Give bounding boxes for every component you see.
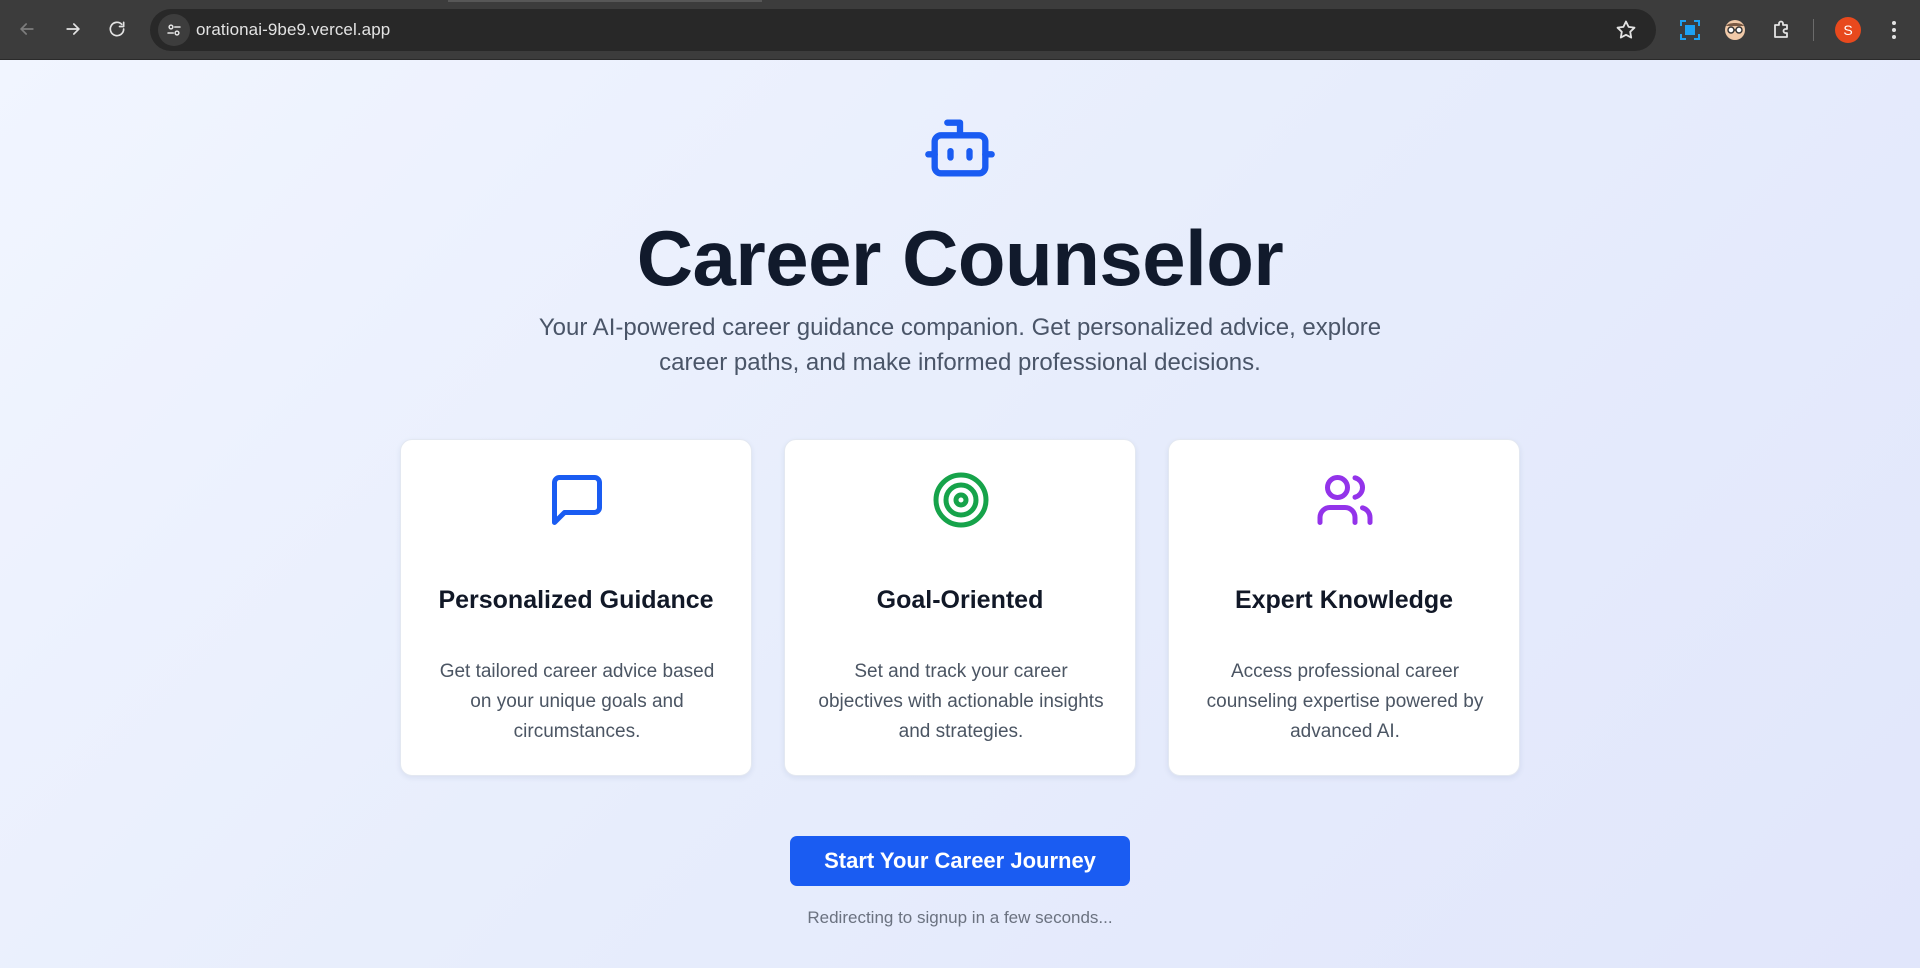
feature-title: Goal-Oriented	[876, 586, 1044, 614]
arrow-right-icon	[66, 23, 80, 35]
kebab-menu-icon[interactable]	[1880, 16, 1908, 44]
robot-icon	[922, 110, 998, 186]
site-info-button[interactable]	[158, 14, 190, 46]
page-title: Career Counselor	[636, 214, 1284, 302]
feature-title: Expert Knowledge	[1234, 586, 1454, 614]
toolbar-divider	[1813, 19, 1814, 41]
address-bar[interactable]: orationai-9be9.vercel.app	[150, 9, 1656, 51]
feature-description: Access professional career counseling ex…	[1206, 661, 1484, 742]
puzzle-icon	[1774, 20, 1788, 38]
tab-strip-edge	[448, 0, 762, 2]
reload-icon	[109, 21, 125, 37]
profile-avatar[interactable]: S	[1835, 17, 1861, 43]
redirect-notice: Redirecting to signup in a few seconds..…	[807, 908, 1113, 927]
feature-card-expert-knowledge: Expert Knowledge Access professional car…	[1168, 439, 1520, 776]
users-icon	[1315, 470, 1375, 530]
star-icon[interactable]	[1614, 18, 1638, 42]
back-button[interactable]	[10, 12, 44, 46]
feature-cards: Personalized Guidance Get tailored caree…	[400, 439, 1520, 776]
url-text[interactable]: orationai-9be9.vercel.app	[196, 20, 390, 40]
feature-description: Set and track your career objectives wit…	[818, 661, 1104, 742]
start-career-journey-button[interactable]: Start Your Career Journey	[790, 836, 1130, 886]
page-subtitle: Your AI-powered career guidance companio…	[538, 314, 1382, 376]
extension-screen-capture-button[interactable]	[1675, 15, 1705, 45]
landing-page: Career Counselor Your AI-powered career …	[0, 60, 1920, 968]
arrow-left-icon	[20, 23, 34, 35]
browser-toolbar: orationai-9be9.vercel.app S	[0, 0, 1920, 60]
message-square-icon	[547, 470, 607, 530]
glasses-face-icon	[1725, 20, 1745, 40]
forward-button[interactable]	[56, 12, 90, 46]
feature-card-personalized-guidance: Personalized Guidance Get tailored caree…	[400, 439, 752, 776]
reload-button[interactable]	[100, 12, 134, 46]
feature-card-goal-oriented: Goal-Oriented Set and track your career …	[784, 439, 1136, 776]
screen-capture-icon	[1680, 20, 1700, 40]
feature-title: Personalized Guidance	[438, 586, 714, 614]
extension-glasses-button[interactable]	[1720, 15, 1750, 45]
tune-icon	[167, 24, 181, 36]
feature-description: Get tailored career advice based on your…	[439, 661, 715, 742]
extensions-button[interactable]	[1767, 15, 1797, 45]
target-icon	[931, 470, 991, 530]
